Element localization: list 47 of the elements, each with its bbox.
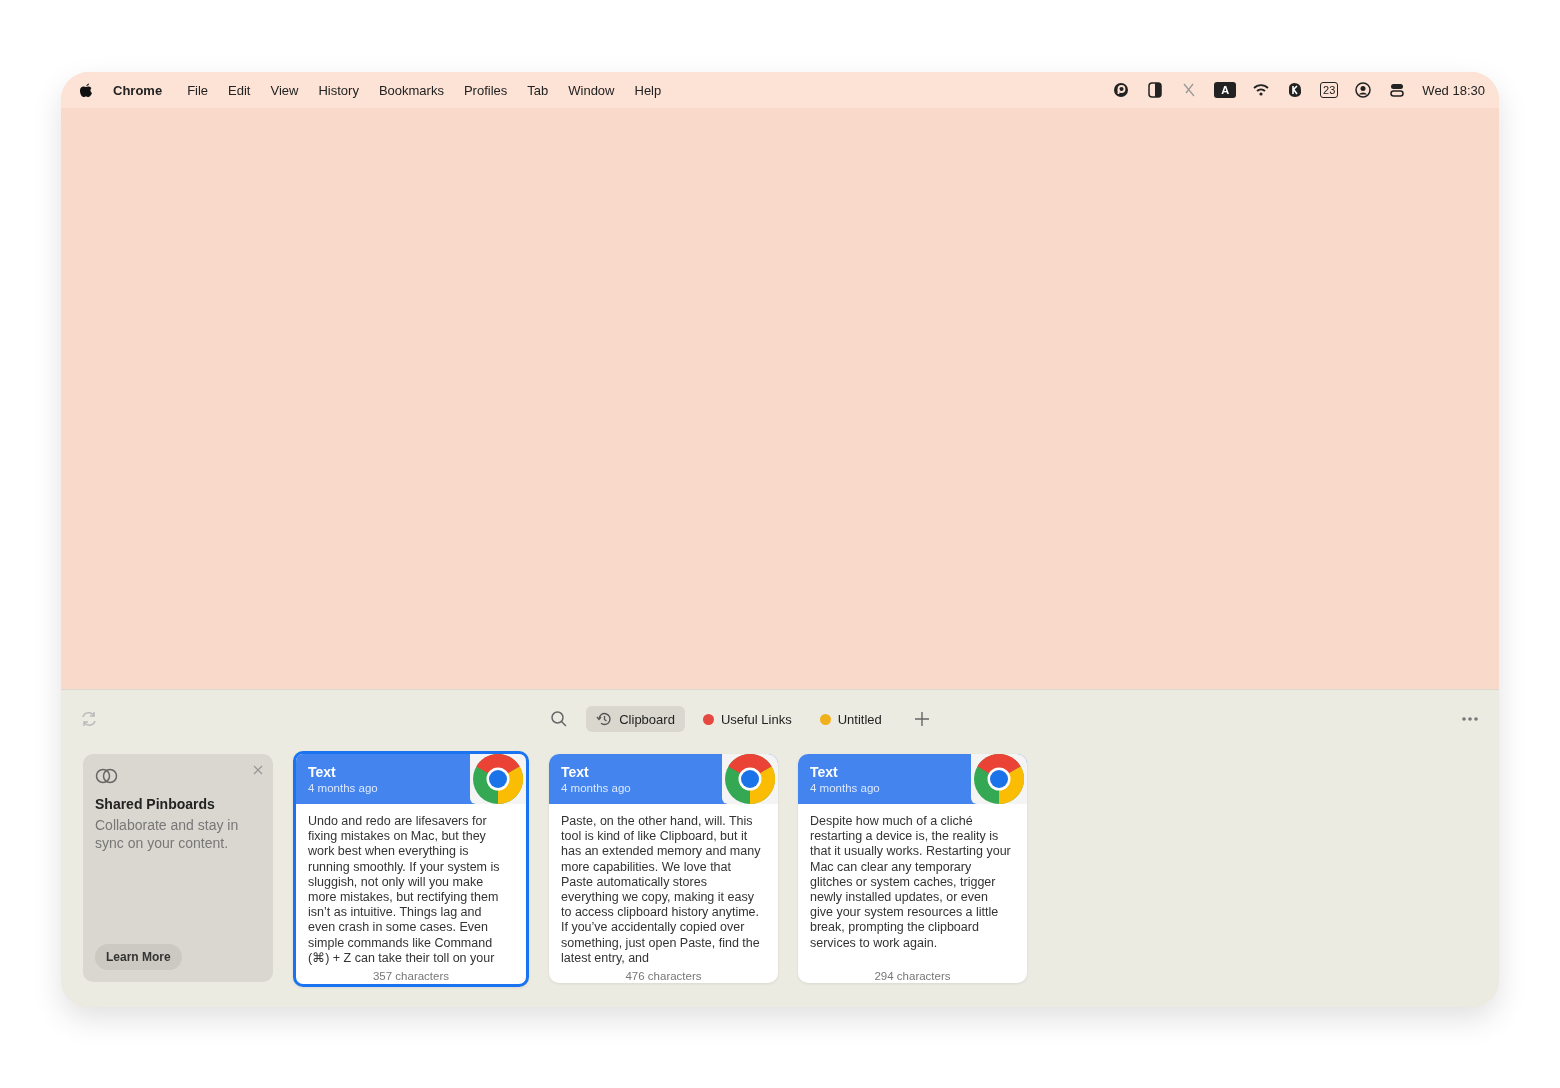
contrast-icon[interactable] bbox=[1146, 81, 1165, 99]
calendar-icon[interactable]: 23 bbox=[1320, 82, 1339, 98]
app-menu[interactable]: Chrome bbox=[113, 82, 163, 98]
clip-time: 4 months ago bbox=[308, 782, 378, 794]
apple-logo-icon[interactable] bbox=[79, 82, 93, 98]
learn-more-button[interactable]: Learn More bbox=[95, 944, 182, 970]
more-icon[interactable] bbox=[1461, 716, 1479, 722]
menu-item[interactable]: View bbox=[270, 82, 299, 98]
plus-icon[interactable] bbox=[913, 711, 930, 727]
clip-text: Undo and redo are lifesavers for fixing mistakes on Mac, but they work best when everything is running smoothly. If your system is sluggish, not only will you make more mistakes, but rectifying them isn’t as intuitive. Things lag and even crash in some cases. Even simple commands like Command (⌘) + Z can take their toll on your bbox=[307, 813, 501, 966]
search-icon[interactable] bbox=[550, 710, 569, 728]
clip-type: Text bbox=[308, 764, 337, 780]
promo-text: Collaborate and stay in sync on your content. bbox=[95, 816, 240, 852]
character-count: 476 characters bbox=[624, 970, 703, 982]
pinboard-tab[interactable]: Clipboard bbox=[586, 706, 685, 732]
menu-item[interactable]: Bookmarks bbox=[378, 82, 444, 98]
clock[interactable]: Wed 18:30 bbox=[1422, 82, 1485, 98]
menu-item[interactable]: File bbox=[187, 82, 209, 98]
browser-logo-icon bbox=[973, 754, 1025, 805]
input-source-badge[interactable]: A bbox=[1214, 82, 1237, 98]
character-count: 357 characters bbox=[371, 970, 451, 982]
clip-card[interactable] bbox=[293, 751, 529, 987]
menu-item[interactable]: Window bbox=[568, 82, 615, 98]
control-center-icon[interactable] bbox=[1388, 81, 1407, 99]
browser-logo-icon bbox=[472, 754, 524, 805]
pinboard-tab[interactable]: Useful Links bbox=[692, 706, 802, 732]
browser-logo-icon bbox=[724, 754, 776, 805]
pinboard-tab[interactable]: Untitled bbox=[809, 706, 892, 732]
clip-text: Despite how much of a cliché restarting a device is, the reality is that it usually works. Restarting your Mac can clear any temporary glitches or system caches, trigger newly installed updates, or even give your system resources a little break, prompting the clipboard services to work again. bbox=[809, 813, 1012, 952]
menu-item[interactable]: Profiles bbox=[463, 82, 508, 98]
history-icon bbox=[596, 711, 613, 727]
clip-card[interactable] bbox=[798, 754, 1027, 983]
menu-item[interactable]: Edit bbox=[228, 82, 251, 98]
clip-card[interactable] bbox=[549, 754, 778, 983]
character-count: 294 characters bbox=[873, 970, 952, 982]
menu-item[interactable]: History bbox=[318, 82, 359, 98]
overlapping-circles-icon bbox=[95, 768, 119, 784]
clip-type: Text bbox=[561, 764, 590, 780]
user-circle-icon[interactable] bbox=[1354, 81, 1373, 99]
menu-item[interactable]: Tab bbox=[527, 82, 549, 98]
clip-text: Paste, on the other hand, will. This tool is kind of like Clipboard, but it has an extended memory and many more capabilities. We love that Paste automatically stores everything we copy, making it easy to access clipboard history anytime. If you’ve accidentally copied over something, just open Paste, find the latest entry, and bbox=[560, 813, 762, 966]
clip-type: Text bbox=[810, 764, 839, 780]
clip-time: 4 months ago bbox=[810, 782, 880, 794]
promo-title: Shared Pinboards bbox=[95, 796, 216, 812]
menu-item[interactable]: Help bbox=[634, 82, 662, 98]
circle-p-icon[interactable] bbox=[1112, 81, 1131, 99]
clip-time: 4 months ago bbox=[561, 782, 631, 794]
